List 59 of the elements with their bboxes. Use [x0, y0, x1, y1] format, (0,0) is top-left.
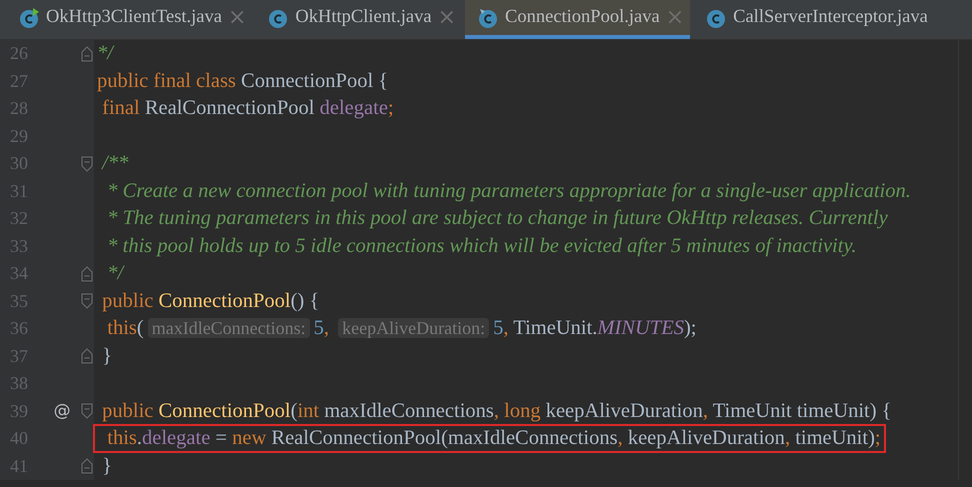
code-text: } — [101, 344, 112, 367]
fold-icon[interactable] — [81, 403, 94, 420]
code-method: ConnectionPool — [158, 290, 291, 312]
code-keyword: int — [297, 400, 320, 422]
code-text: = — [214, 427, 228, 450]
code-keyword: final — [101, 97, 141, 120]
code-comment: */ — [97, 42, 113, 64]
parameter-hint: keepAliveDuration: — [338, 318, 490, 338]
fold-icon[interactable] — [81, 46, 94, 62]
fold-icon[interactable] — [81, 156, 94, 172]
code-constant: MINUTES — [597, 317, 684, 340]
code-comment: */ — [106, 262, 124, 284]
class-icon — [18, 6, 40, 28]
code-keyword: public final class — [97, 70, 237, 92]
code-text: } — [101, 454, 112, 477]
code-text: () { — [290, 290, 320, 312]
code-keyword: this — [106, 317, 137, 340]
fold-icon[interactable] — [81, 266, 94, 282]
code-text: RealConnectionPool(maxIdleConnections — [271, 427, 618, 450]
code-text: ); — [684, 317, 696, 340]
code-keyword: ; — [874, 427, 881, 450]
fold-icon[interactable] — [81, 348, 94, 364]
code-comment: * The tuning parameters in this pool are subject to change in future OkHttp releases. Currently — [106, 207, 888, 230]
code-method: ConnectionPool — [158, 400, 291, 422]
class-icon — [477, 6, 500, 28]
override-marker[interactable]: @ — [54, 401, 71, 422]
code-comment: * this pool holds up to 5 idle connections which will be evicted after 5 minutes of inactivity. — [106, 234, 857, 257]
code-keyword: , — [324, 317, 330, 340]
code-keyword: this — [106, 427, 137, 450]
code-keyword: new — [232, 427, 268, 450]
fold-icon[interactable] — [81, 458, 94, 474]
code-comment: * Create a new connection pool with tuning parameters appropriate for a single-user application. — [106, 180, 911, 202]
code-keyword: public — [101, 400, 154, 422]
parameter-hint: maxIdleConnections: — [148, 318, 310, 338]
code-keyword: , — [702, 400, 709, 422]
code-keyword: , long — [494, 400, 542, 422]
code-text: RealConnectionPool — [144, 97, 316, 120]
code-keyword: public — [101, 290, 154, 312]
code-text: TimeUnit timeUnit) { — [712, 400, 892, 422]
code-text: . — [136, 427, 142, 450]
code-text: maxIdleConnections — [324, 400, 494, 422]
code-field: delegate — [142, 427, 210, 450]
code-number: 5 — [314, 317, 324, 340]
fold-icon[interactable] — [81, 293, 94, 310]
code-text: ConnectionPool { — [241, 70, 388, 92]
code-text: ( — [290, 400, 298, 422]
code-keyword: , — [503, 317, 510, 340]
code-text: ( — [136, 317, 144, 340]
code-keyword: ; — [388, 97, 394, 120]
code-keyword: , — [784, 427, 792, 450]
code-text: keepAliveDuration — [546, 400, 703, 422]
code-field: delegate — [320, 97, 388, 120]
code-number: 5 — [493, 317, 504, 340]
editor-tab[interactable]: ConnectionPool.java × — [465, 0, 690, 39]
code-text: timeUnit) — [795, 427, 875, 450]
code-keyword: , — [618, 427, 624, 450]
code-text: keepAliveDuration — [628, 427, 785, 450]
code-text: TimeUnit. — [513, 317, 598, 340]
code-comment: /** — [100, 152, 128, 174]
